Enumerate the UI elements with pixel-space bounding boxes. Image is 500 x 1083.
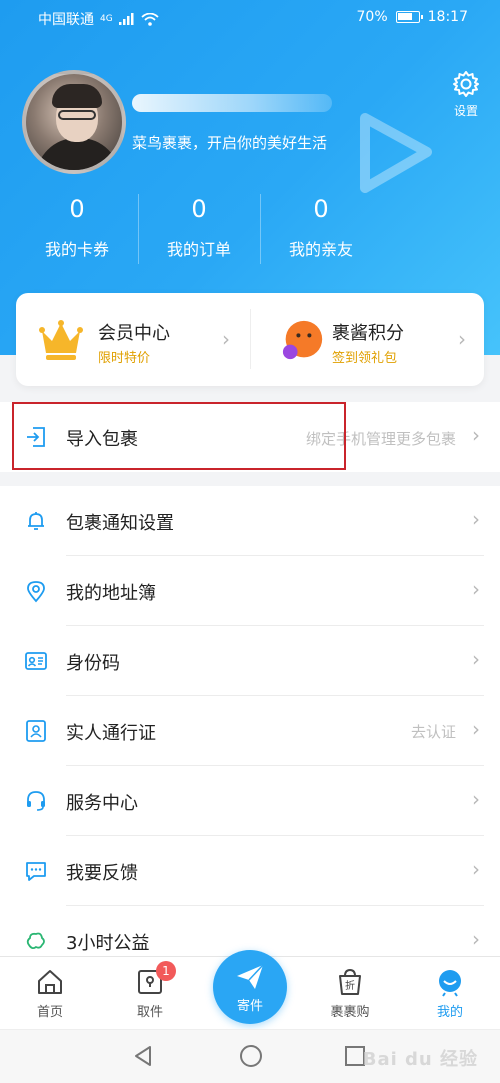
stat-family[interactable]: 0 我的亲友 (260, 194, 382, 264)
vip-center-button[interactable]: 会员中心 限时特价 › (16, 293, 250, 386)
verify-hint: 去认证 (410, 723, 456, 741)
tab-label: 取件 (136, 1005, 163, 1020)
nickname-redacted (132, 94, 332, 112)
chevron-right-icon: › (472, 857, 480, 881)
tab-mine[interactable]: 我的 (400, 957, 500, 1030)
avatar[interactable] (22, 70, 126, 174)
chevron-right-icon: › (472, 647, 480, 671)
settings-button[interactable]: 设置 (446, 70, 486, 119)
menu-item-notification[interactable]: 包裹通知设置 › (0, 486, 500, 556)
menu-label: 服务中心 (66, 793, 138, 814)
highlight-box (12, 402, 346, 470)
menu-item-id-code[interactable]: 身份码 › (0, 626, 500, 696)
vip-subtitle: 限时特价 (98, 351, 151, 366)
play-decoration-icon (360, 113, 432, 193)
profile-slogan: 菜鸟裹裹，开启你的美好生活 (132, 134, 328, 152)
menu-label: 我的地址簿 (66, 583, 156, 604)
home-icon (38, 970, 62, 994)
network-label: 4G (100, 14, 113, 24)
status-bar: 中国联通 4G 70% 18:17 (0, 0, 500, 36)
signal-icon (118, 13, 134, 25)
stat-orders[interactable]: 0 我的订单 (138, 194, 260, 264)
points-button[interactable]: 裹酱积分 签到领礼包 › (250, 293, 484, 386)
gear-icon (453, 71, 479, 97)
tab-label: 首页 (36, 1005, 63, 1020)
home-nav-icon[interactable] (239, 1044, 263, 1068)
stat-label: 我的订单 (166, 240, 231, 259)
vip-title: 会员中心 (98, 323, 170, 344)
tab-shop[interactable]: 折 裹裹购 (300, 957, 400, 1030)
menu-item-address-book[interactable]: 我的地址簿 › (0, 556, 500, 626)
stat-coupons[interactable]: 0 我的卡券 (16, 194, 138, 264)
bell-icon (28, 512, 44, 530)
stat-value: 0 (313, 195, 329, 223)
menu-label: 实人通行证 (66, 723, 156, 744)
charity-icon (26, 932, 45, 950)
wifi-icon (141, 12, 159, 26)
person-badge-icon (26, 720, 46, 742)
pickup-badge: 1 (156, 961, 176, 981)
stat-label: 我的卡券 (44, 240, 109, 259)
tab-pickup[interactable]: 1 取件 (100, 957, 200, 1030)
stat-value: 0 (191, 195, 207, 223)
menu-item-real-name-pass[interactable]: 实人通行证 去认证 › (0, 696, 500, 766)
settings-label: 设置 (453, 104, 478, 118)
carrier-label: 中国联通 (38, 12, 94, 28)
send-package-button[interactable]: 寄件 (213, 950, 287, 1024)
stat-value: 0 (69, 195, 85, 223)
headset-icon (27, 791, 45, 811)
battery-icon (395, 11, 423, 23)
back-nav-icon[interactable] (132, 1044, 154, 1068)
chat-icon (26, 862, 46, 881)
menu-item-charity[interactable]: 3小时公益 › (0, 906, 500, 956)
clock: 18:17 (427, 9, 468, 25)
member-card: 会员中心 限时特价 › 裹酱积分 签到领礼包 › (16, 293, 484, 386)
location-pin-icon (27, 581, 45, 603)
crown-icon (39, 320, 83, 360)
battery-percent: 70% (356, 9, 388, 25)
tab-label: 裹裹购 (330, 1005, 370, 1020)
paper-plane-icon (237, 964, 264, 989)
chevron-right-icon: › (472, 927, 480, 951)
chevron-right-icon: › (472, 787, 480, 811)
stats-bar: 0 我的卡券 0 我的订单 0 我的亲友 (16, 194, 384, 264)
mascot-icon (282, 320, 323, 360)
points-title: 裹酱积分 (332, 323, 404, 344)
tab-home[interactable]: 首页 (0, 957, 100, 1030)
system-nav-bar: Bai du 经验 (0, 1029, 500, 1083)
menu-label: 包裹通知设置 (66, 513, 174, 534)
send-label: 寄件 (236, 999, 263, 1014)
svg-text:折: 折 (345, 979, 355, 992)
points-subtitle: 签到领礼包 (332, 351, 398, 366)
menu-item-service-center[interactable]: 服务中心 › (0, 766, 500, 836)
stat-label: 我的亲友 (288, 240, 353, 259)
chevron-right-icon: › (472, 423, 480, 447)
chevron-right-icon: › (458, 327, 466, 351)
menu-label: 3小时公益 (66, 933, 150, 954)
watermark: Bai du 经验 (362, 1049, 478, 1070)
menu-label: 身份码 (66, 653, 120, 674)
chevron-right-icon: › (472, 717, 480, 741)
menu-item-feedback[interactable]: 我要反馈 › (0, 836, 500, 906)
mine-mascot-icon (439, 970, 461, 997)
id-card-icon (25, 652, 47, 670)
chevron-right-icon: › (472, 507, 480, 531)
settings-menu: 包裹通知设置 › 我的地址簿 › 身份码 › 实人通行证 去认证 › 服务中心 … (0, 486, 500, 956)
tab-label: 我的 (436, 1005, 463, 1020)
menu-label: 我要反馈 (66, 863, 138, 884)
shopping-bag-icon: 折 (339, 968, 361, 995)
chevron-right-icon: › (222, 327, 230, 351)
chevron-right-icon: › (472, 577, 480, 601)
